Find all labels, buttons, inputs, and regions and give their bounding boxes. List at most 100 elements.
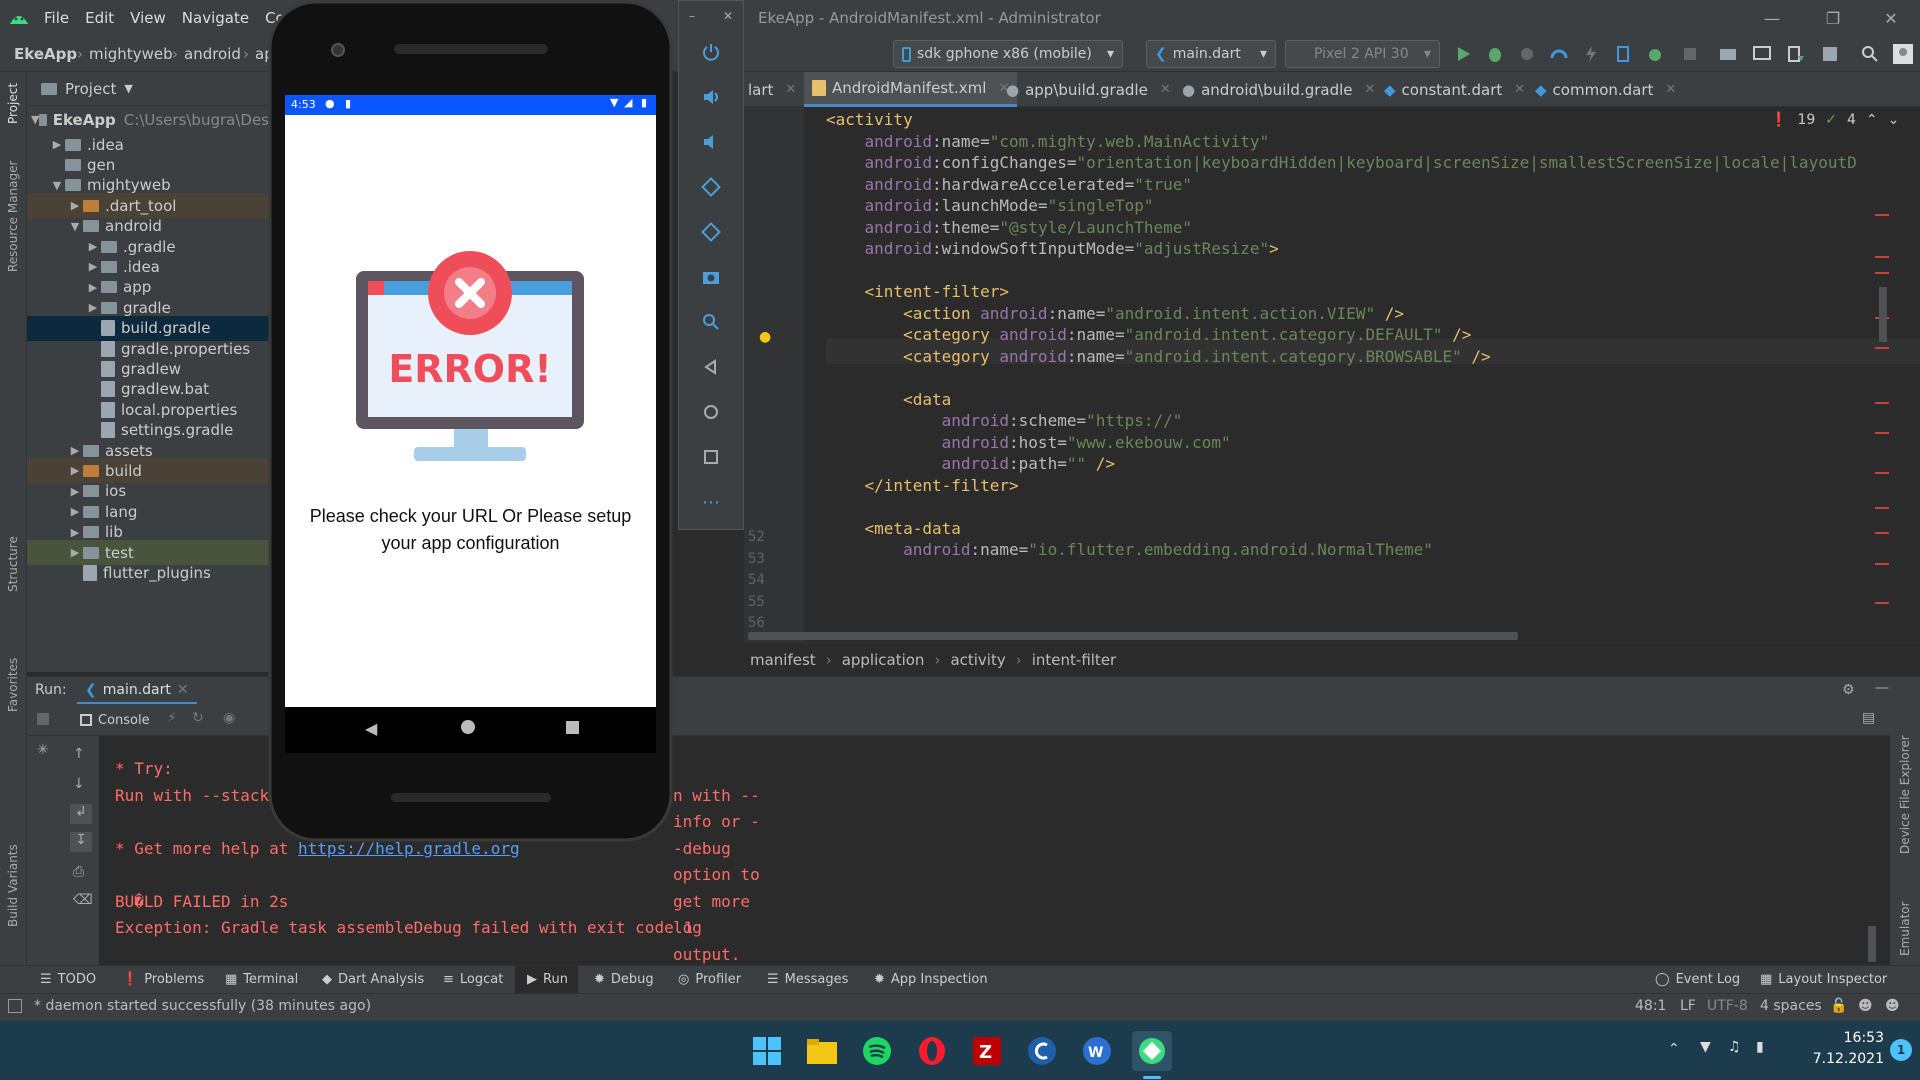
gear-icon[interactable]: ⚙ (1842, 682, 1855, 698)
console-scrollbar[interactable] (1868, 926, 1876, 962)
windows-start-icon[interactable] (747, 1031, 787, 1071)
notification-badge[interactable]: 1 (1890, 1039, 1912, 1061)
chevron-right-icon[interactable]: ▶ (85, 281, 101, 294)
volume-down-icon[interactable] (697, 128, 725, 156)
menu-edit[interactable]: Edit (85, 9, 114, 27)
spotify-icon[interactable] (857, 1031, 897, 1071)
chevron-right-icon[interactable]: ▶ (67, 546, 83, 559)
attach-debugger-icon[interactable] (1517, 44, 1537, 64)
clock-date[interactable]: 7.12.2021 (1806, 1051, 1884, 1067)
project-panel-header[interactable]: Project ▼ (27, 72, 269, 106)
layout-inspector-tool[interactable]: ▦ Layout Inspector (1760, 966, 1887, 994)
breadcrumb-android[interactable]: android (184, 36, 241, 72)
crumb-activity[interactable]: activity (950, 643, 1005, 677)
device-file-explorer-tab[interactable]: Device File Explorer (1898, 735, 1912, 854)
clock-time[interactable]: 16:53 (1824, 1030, 1884, 1046)
back-icon[interactable]: ◀ (365, 719, 377, 738)
dart-analysis-tool[interactable]: ◆ Dart Analysis (322, 966, 424, 994)
breadcrumb-project[interactable]: EkeApp (14, 36, 77, 72)
status-message[interactable]: * daemon started successfully (38 minute… (34, 998, 371, 1014)
print-icon[interactable]: ⎙ (73, 864, 84, 880)
console-tab[interactable]: Console (80, 704, 150, 736)
tab-common-dart[interactable]: ◆ common.dart ✕ (1535, 72, 1676, 107)
rotate-left-icon[interactable] (697, 173, 725, 201)
minimize-emulator-icon[interactable]: – (689, 9, 695, 23)
pin-icon[interactable]: ✳ (37, 742, 49, 758)
indent-setting[interactable]: 4 spaces (1760, 998, 1822, 1014)
ccleaner-icon[interactable] (1022, 1031, 1062, 1071)
project-tool-tab[interactable]: Project (6, 83, 20, 124)
stop-icon[interactable] (1680, 44, 1700, 64)
file-encoding[interactable]: UTF-8 (1707, 998, 1748, 1014)
run-tab-main-dart[interactable]: ❮ main.dart ✕ (77, 677, 197, 705)
app-inspection-tool[interactable]: ✹ App Inspection (874, 966, 988, 994)
overview-icon[interactable] (697, 443, 725, 471)
tab-android-manifest[interactable]: AndroidManifest.xml ✕ (804, 72, 1018, 107)
gradle-sync-icon[interactable] (1645, 44, 1665, 64)
home-icon[interactable] (697, 398, 725, 426)
volume-icon[interactable]: ♫ (1728, 1039, 1741, 1055)
home-icon[interactable] (461, 720, 475, 734)
close-icon[interactable]: ✕ (1514, 82, 1525, 97)
line-separator[interactable]: LF (1680, 998, 1696, 1014)
hot-restart-icon[interactable]: ↻ (192, 710, 204, 726)
volume-up-icon[interactable] (697, 83, 725, 111)
power-icon[interactable] (697, 38, 725, 66)
recents-icon[interactable] (566, 721, 579, 734)
arrow-down-icon[interactable]: ↓ (73, 776, 85, 792)
chevron-right-icon[interactable]: ▶ (67, 199, 83, 212)
tree-item[interactable]: flutter_plugins (27, 560, 269, 585)
menu-view[interactable]: View (130, 9, 166, 27)
run-tool[interactable]: ▶ Run (515, 966, 578, 994)
close-icon[interactable]: ✕ (1665, 82, 1676, 97)
project-structure-icon[interactable] (1718, 44, 1738, 64)
horizontal-scrollbar[interactable] (748, 632, 1518, 640)
feedback-icon[interactable]: ☻ (1885, 998, 1900, 1014)
close-icon[interactable]: ✕ (1365, 82, 1376, 97)
chevron-right-icon[interactable]: ▶ (67, 505, 83, 518)
close-emulator-icon[interactable]: ✕ (723, 9, 733, 23)
opera-icon[interactable] (912, 1031, 952, 1071)
toggle-tool-windows-icon[interactable] (8, 999, 22, 1013)
hide-panel-icon[interactable]: — (1875, 680, 1889, 696)
chevron-right-icon[interactable]: ▶ (49, 138, 65, 151)
device-selector[interactable]: sdk gphone x86 (mobile) ▾ (893, 40, 1123, 68)
chevron-right-icon[interactable]: ▶ (85, 260, 101, 273)
scroll-to-end-icon[interactable]: ↧ (70, 832, 92, 852)
back-icon[interactable] (697, 353, 725, 381)
hot-reload-icon[interactable] (1581, 44, 1601, 64)
layout-icon[interactable]: ▤ (1862, 710, 1875, 726)
chevron-right-icon[interactable]: ▶ (85, 240, 101, 253)
sdk-manager-icon[interactable] (1786, 44, 1806, 64)
tab-android-build-gradle[interactable]: ● android\build.gradle ✕ (1182, 72, 1375, 107)
chevron-right-icon[interactable]: ▶ (67, 444, 83, 457)
messages-tool[interactable]: ☰ Messages (767, 966, 848, 994)
menu-file[interactable]: File (44, 9, 69, 27)
close-icon[interactable]: ✕ (177, 682, 189, 698)
zoom-icon[interactable] (697, 308, 725, 336)
logcat-tool[interactable]: ≡ Logcat (443, 966, 503, 994)
filezilla-icon[interactable]: Z (967, 1031, 1007, 1071)
problems-tool[interactable]: ❗ Problems (122, 966, 204, 994)
tab-app-build-gradle[interactable]: ● app\build.gradle ✕ (1006, 72, 1171, 107)
chevron-right-icon[interactable]: ▶ (85, 301, 101, 314)
error-stripe[interactable] (1875, 107, 1889, 642)
arrow-up-icon[interactable]: ↑ (73, 746, 85, 762)
caret-position[interactable]: 48:1 (1635, 998, 1666, 1014)
lightbulb-icon[interactable]: ● (759, 329, 771, 345)
avd-selector[interactable]: Pixel 2 API 30 ▾ (1285, 40, 1440, 68)
crumb-intent-filter[interactable]: intent-filter (1032, 643, 1116, 677)
code-text[interactable]: <activity android:name="com.mighty.web.M… (826, 107, 1857, 559)
plugin-icon[interactable] (1820, 44, 1840, 64)
chevron-down-icon[interactable]: ▼ (49, 179, 65, 192)
camera-icon[interactable] (697, 263, 725, 291)
code-editor[interactable]: 52 53 54 55 56 ● <activity android:name="com… (744, 107, 1920, 642)
emulator-tab[interactable]: Emulator (1898, 901, 1912, 956)
android-studio-taskbar-icon[interactable] (1132, 1031, 1172, 1071)
favorites-tool-tab[interactable]: Favorites (6, 658, 20, 712)
chevron-right-icon[interactable]: ▶ (67, 485, 83, 498)
crumb-application[interactable]: application (842, 643, 925, 677)
profiler-icon[interactable] (1549, 44, 1569, 64)
close-icon[interactable]: ✕ (785, 82, 796, 97)
terminal-tool[interactable]: ▦ Terminal (225, 966, 298, 994)
